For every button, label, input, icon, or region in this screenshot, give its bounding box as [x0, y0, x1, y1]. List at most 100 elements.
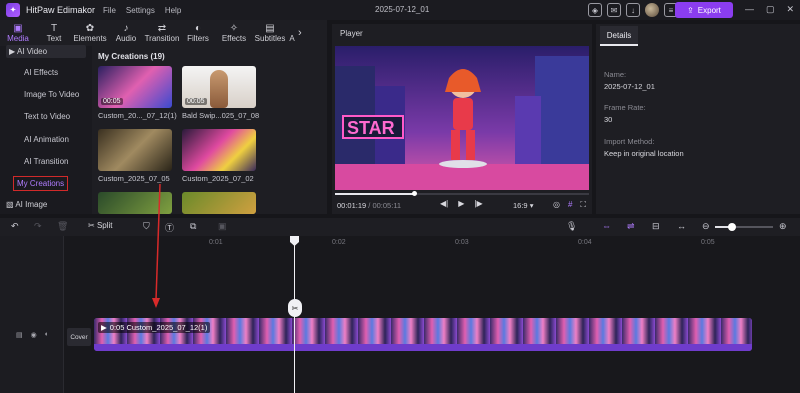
message-icon[interactable]: ✉	[607, 3, 621, 17]
time-readout: 00:01:19 / 00:05:11	[337, 201, 401, 210]
titlebar-icons: ◈ ✉ ↓ ≡	[588, 3, 678, 17]
media-thumb-6[interactable]	[182, 192, 256, 214]
delete-icon[interactable]: 🗑	[57, 221, 68, 232]
next-frame-icon[interactable]: |▶	[474, 199, 482, 208]
menu-settings[interactable]: Settings	[126, 6, 155, 15]
playhead-scissors-icon[interactable]: ✂	[288, 299, 302, 317]
menu-bar: File Settings Help	[103, 6, 181, 15]
undo-icon[interactable]: ↶	[11, 221, 19, 232]
media-name: Custom_2025_07_05	[98, 174, 170, 183]
media-thumb-4[interactable]	[182, 129, 256, 171]
tab-media[interactable]: ▣ Media	[0, 23, 36, 43]
sidebar-section-ai-video[interactable]: ▶ AI Video	[6, 45, 86, 58]
play-icon[interactable]: ▶	[458, 199, 464, 208]
export-label: Export	[697, 5, 721, 15]
avatar[interactable]	[645, 3, 659, 17]
media-name: Bald Swip...025_07_08	[182, 111, 260, 120]
sidebar-item-my-creations[interactable]: My Creations	[13, 176, 69, 191]
player-panel: Player STAR 00:01:19 / 00:05:11 ◀| ▶ |▶ …	[332, 24, 592, 214]
detail-value-frame-rate: 30	[604, 115, 613, 124]
minimize-icon[interactable]: —	[745, 4, 754, 15]
tab-elements[interactable]: ✿ Elements	[72, 23, 108, 43]
tab-more-label[interactable]: A	[288, 23, 296, 43]
close-icon[interactable]: ✕	[786, 4, 794, 15]
redo-icon[interactable]: ↷	[34, 221, 42, 232]
player-icons: ◎ # ⛶	[553, 200, 586, 210]
video-clip[interactable]: ▶ 0:05 Custom_2025_07_12(1)	[94, 318, 752, 351]
player-progress[interactable]	[335, 191, 589, 196]
project-title: 2025-07-12_01	[375, 5, 430, 14]
media-duration: 00:05	[185, 98, 207, 105]
sidebar-item-ai-effects[interactable]: AI Effects	[24, 68, 58, 77]
freeze-icon[interactable]: ▣	[218, 221, 227, 232]
sidebar-item-image-to-video[interactable]: Image To Video	[24, 90, 79, 99]
aspect-ratio-select[interactable]: 16:9 ▾	[513, 201, 533, 210]
eye-icon[interactable]: ◉	[31, 331, 37, 339]
fullscreen-icon[interactable]: ⛶	[580, 200, 586, 210]
grid-icon[interactable]: #	[568, 200, 572, 210]
tab-effects[interactable]: ✧ Effects	[216, 23, 252, 43]
media-thumb-5[interactable]	[98, 192, 172, 214]
fit-icon[interactable]: ↔	[677, 221, 686, 231]
more-icon	[291, 23, 294, 34]
current-time: 00:01:19	[337, 201, 367, 210]
clip-label: ▶ 0:05 Custom_2025_07_12(1)	[98, 322, 211, 333]
media-thumb-3[interactable]	[98, 129, 172, 171]
timeline-toolbar: ↶ ↷ 🗑 ✂ Split ⛉ Ⓣ ⧉ ▣ 🎙 ⇔ ⇌ ⊟ ↔ ⊖ ⊕	[0, 218, 800, 236]
media-duration: 00:05	[101, 98, 123, 105]
export-button[interactable]: ⇪ Export	[675, 2, 733, 18]
microphone-icon[interactable]: 🎙	[566, 221, 577, 232]
media-thumb-2[interactable]: 00:05	[182, 66, 256, 108]
export-icon: ⇪	[687, 5, 694, 15]
timeline: 0:01 0:02 0:03 0:04 0:05 ▤ ◉ ◐ Cover ▶ 0…	[0, 236, 800, 393]
tab-details[interactable]: Details	[600, 26, 638, 46]
shield-icon[interactable]: ⛉	[143, 221, 150, 232]
maximize-icon[interactable]: ▢	[766, 4, 775, 15]
zoom-handle[interactable]	[728, 223, 737, 231]
zoom-out-icon[interactable]: ⊖	[702, 221, 710, 232]
camera-icon[interactable]: ◎	[553, 200, 560, 210]
sidebar-item-ai-animation[interactable]: AI Animation	[24, 135, 69, 144]
volume-icon[interactable]: ◐	[45, 331, 49, 339]
progress-handle[interactable]	[411, 191, 417, 196]
split-view-icon[interactable]: ⊟	[652, 221, 660, 232]
lock-icon[interactable]: ▤	[16, 331, 23, 339]
text-icon: T	[50, 23, 58, 34]
zoom-in-icon[interactable]: ⊕	[779, 221, 787, 232]
tab-audio[interactable]: ♪ Audio	[108, 23, 144, 43]
snap-icon[interactable]: ⇌	[627, 221, 635, 232]
clip-audio	[94, 344, 752, 351]
credits-icon[interactable]: ◈	[588, 3, 602, 17]
tab-transition[interactable]: ⇄ Transition	[144, 23, 180, 43]
media-thumb-1[interactable]: 00:05	[98, 66, 172, 108]
sidebar-section-ai-image[interactable]: ▧ AI Image	[6, 200, 47, 209]
details-panel: Details Name: 2025-07-12_01 Frame Rate: …	[596, 24, 800, 214]
crop-icon[interactable]: ⧉	[190, 221, 196, 232]
menu-file[interactable]: File	[103, 6, 116, 15]
timeline-ruler[interactable]: 0:01 0:02 0:03 0:04 0:05	[64, 236, 800, 250]
sidebar-item-ai-transition[interactable]: AI Transition	[24, 157, 68, 166]
tab-text[interactable]: T Text	[36, 23, 72, 43]
download-icon[interactable]: ↓	[626, 3, 640, 17]
ruler-label: 0:02	[332, 239, 346, 246]
split-button[interactable]: ✂ Split	[88, 221, 113, 230]
zoom-slider[interactable]	[715, 223, 773, 231]
transition-icon: ⇄	[157, 23, 167, 34]
toolbar-tabs: ▣ Media T Text ✿ Elements ♪ Audio ⇄ Transitio…	[0, 20, 327, 46]
tab-subtitles[interactable]: ▤ Subtitles	[252, 23, 288, 43]
ruler-label: 0:01	[209, 239, 223, 246]
menu-help[interactable]: Help	[165, 6, 181, 15]
video-preview[interactable]: STAR	[335, 46, 589, 190]
text-box-icon[interactable]: Ⓣ	[165, 221, 174, 234]
cover-button[interactable]: Cover	[67, 328, 91, 346]
ai-video-icon: ▶	[9, 47, 16, 56]
sidebar-item-text-to-video[interactable]: Text to Video	[24, 112, 70, 121]
media-name: Custom_20..._07_12(1)	[98, 111, 177, 120]
link-icon[interactable]: ⇔	[602, 221, 611, 231]
prev-frame-icon[interactable]: ◀|	[440, 199, 448, 208]
track-header	[0, 236, 64, 393]
tab-filters[interactable]: ◐ Filters	[180, 23, 216, 43]
person-shape	[210, 70, 228, 108]
chevron-right-icon[interactable]: ›	[298, 27, 302, 39]
subtitles-icon: ▤	[265, 23, 275, 34]
